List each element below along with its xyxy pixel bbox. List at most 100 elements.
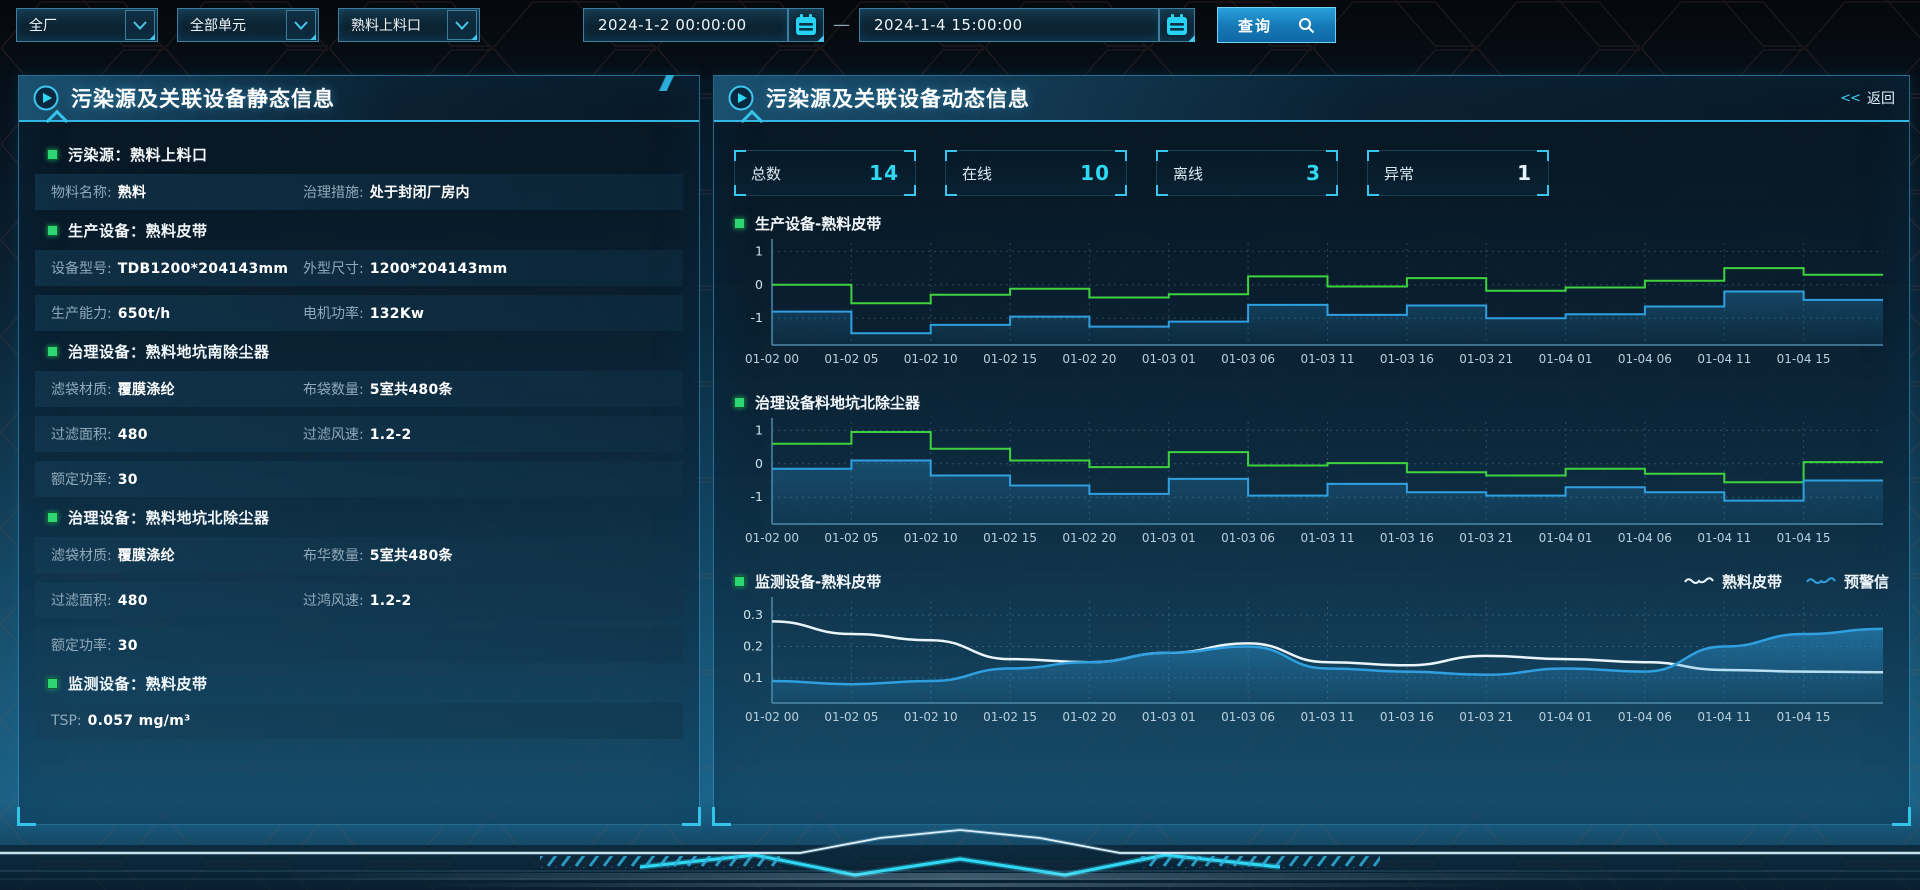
svg-text:01-02 20: 01-02 20 bbox=[1062, 710, 1116, 724]
info-field: 治理措施: 处于封闭厂房内 bbox=[303, 182, 683, 202]
chart-title: 治理设备料地坑北除尘器 bbox=[755, 392, 920, 413]
svg-text:01-02 20: 01-02 20 bbox=[1062, 352, 1116, 366]
svg-text:01-03 06: 01-03 06 bbox=[1221, 352, 1275, 366]
svg-text:01-04 06: 01-04 06 bbox=[1618, 531, 1672, 545]
wave-line-icon bbox=[1684, 575, 1714, 587]
field-value: 1200*204143mm bbox=[370, 261, 508, 277]
svg-text:01-04 11: 01-04 11 bbox=[1697, 531, 1751, 545]
filter-select[interactable]: 全厂 bbox=[16, 8, 158, 42]
svg-text:-1: -1 bbox=[751, 310, 763, 325]
section-title: 治理设备：熟料地坑北除尘器 bbox=[68, 507, 270, 528]
stat-value: 14 bbox=[869, 161, 899, 185]
chart-canvas[interactable]: 10-101-02 0001-02 0501-02 1001-02 1501-0… bbox=[734, 414, 1891, 554]
query-button-label: 查询 bbox=[1238, 15, 1272, 36]
date-from-input[interactable]: 2024-1-2 00:00:00 bbox=[583, 8, 788, 42]
svg-text:01-03 11: 01-03 11 bbox=[1301, 352, 1355, 366]
stat-label: 异常 bbox=[1384, 163, 1414, 184]
back-button[interactable]: << 返回 bbox=[1840, 88, 1895, 108]
corner-accent bbox=[904, 185, 916, 196]
svg-text:01-03 16: 01-03 16 bbox=[1380, 710, 1434, 724]
info-row: 额定功率:30 bbox=[35, 461, 683, 497]
field-label: 电机功率: bbox=[303, 303, 364, 323]
field-label: 生产能力: bbox=[51, 303, 112, 323]
info-field: 设备型号:TDB1200*204143mm bbox=[51, 258, 303, 278]
field-label: 外型尺寸: bbox=[303, 258, 364, 278]
info-field: 滤袋材质:覆膜涤纶 bbox=[51, 545, 303, 565]
corner-accent bbox=[1326, 185, 1338, 196]
query-button[interactable]: 查询 bbox=[1217, 7, 1336, 43]
svg-text:01-03 21: 01-03 21 bbox=[1459, 352, 1513, 366]
green-square-icon bbox=[47, 225, 58, 236]
date-from-calendar-button[interactable] bbox=[788, 8, 824, 42]
static-info-body: 污染源：熟料上料口物料名称:熟料治理措施:处于封闭厂房内生产设备：熟料皮带设备型… bbox=[19, 122, 699, 739]
stat-label: 在线 bbox=[962, 163, 992, 184]
chevron-down-icon bbox=[125, 10, 155, 40]
svg-text:01-02 05: 01-02 05 bbox=[824, 710, 878, 724]
charts-area: 生产设备-熟料皮带10-101-02 0001-02 0501-02 1001-… bbox=[714, 211, 1909, 733]
info-field: 额定功率:30 bbox=[51, 635, 303, 655]
chart-canvas[interactable]: 10-101-02 0001-02 0501-02 1001-02 1501-0… bbox=[734, 235, 1891, 375]
back-arrows-icon: << bbox=[1840, 91, 1860, 106]
info-row: 生产能力:650t/h电机功率:132Kw bbox=[35, 295, 683, 331]
corner-accent bbox=[1156, 185, 1168, 196]
stat-card: 总数 14 bbox=[734, 150, 916, 196]
static-info-header: 污染源及关联设备静态信息 bbox=[19, 76, 699, 122]
field-value: 处于封闭厂房内 bbox=[370, 182, 470, 202]
legend-item[interactable]: 预警信 bbox=[1806, 571, 1889, 592]
chart-titlebar: 治理设备料地坑北除尘器 bbox=[734, 390, 1889, 414]
field-label: 滤袋材质: bbox=[51, 379, 112, 399]
svg-text:01-04 01: 01-04 01 bbox=[1539, 531, 1593, 545]
field-label: 布袋数量: bbox=[303, 379, 364, 399]
section-heading: 治理设备：熟料地坑南除尘器 bbox=[47, 341, 683, 362]
green-square-icon bbox=[47, 512, 58, 523]
green-square-icon bbox=[734, 397, 745, 408]
corner-accent bbox=[734, 150, 746, 161]
field-label: 治理措施: bbox=[303, 182, 364, 202]
field-label: 布华数量: bbox=[303, 545, 364, 565]
svg-text:01-04 15: 01-04 15 bbox=[1777, 531, 1831, 545]
wave-line-icon bbox=[1806, 575, 1836, 587]
stat-label: 总数 bbox=[751, 163, 781, 184]
svg-text:01-02 15: 01-02 15 bbox=[983, 352, 1037, 366]
dynamic-info-panel: 污染源及关联设备动态信息 << 返回 总数 14 在线 1 0 离线 3 bbox=[713, 75, 1910, 825]
footer-decoration bbox=[0, 825, 1920, 890]
dynamic-info-title: 污染源及关联设备动态信息 bbox=[766, 83, 1030, 113]
legend-label: 熟料皮带 bbox=[1722, 571, 1782, 592]
stat-card: 离线 3 bbox=[1156, 150, 1338, 196]
field-value: TDB1200*204143mm bbox=[118, 261, 289, 277]
filter-select[interactable]: 熟料上料口 bbox=[338, 8, 480, 42]
corner-accent bbox=[1537, 150, 1549, 161]
stat-value: 1 bbox=[1517, 161, 1532, 185]
date-range-picker: 2024-1-2 00:00:00 — 2024-1-4 15:00:00 bbox=[583, 8, 1195, 42]
green-square-icon bbox=[47, 149, 58, 160]
svg-text:01-03 16: 01-03 16 bbox=[1380, 531, 1434, 545]
svg-text:01-02 00: 01-02 00 bbox=[745, 531, 799, 545]
svg-text:01-02 10: 01-02 10 bbox=[904, 710, 958, 724]
filter-select[interactable]: 全部单元 bbox=[177, 8, 319, 42]
chart-canvas[interactable]: 0.30.20.101-02 0001-02 0501-02 1001-02 1… bbox=[734, 593, 1891, 733]
info-row: 设备型号:TDB1200*204143mm外型尺寸: 1200*204143mm bbox=[35, 250, 683, 286]
field-value: 覆膜涤纶 bbox=[118, 379, 175, 399]
legend-item[interactable]: 熟料皮带 bbox=[1684, 571, 1782, 592]
field-label: 过滤面积: bbox=[51, 590, 112, 610]
corner-accent bbox=[734, 185, 746, 196]
filter-select-value: 熟料上料口 bbox=[351, 15, 421, 35]
date-to-input[interactable]: 2024-1-4 15:00:00 bbox=[859, 8, 1159, 42]
section-title: 污染源：熟料上料口 bbox=[68, 144, 208, 165]
info-row: 过滤面积:480过鸿风速:1.2-2 bbox=[35, 582, 683, 618]
green-square-icon bbox=[734, 576, 745, 587]
svg-text:01-03 01: 01-03 01 bbox=[1142, 710, 1196, 724]
svg-text:01-04 01: 01-04 01 bbox=[1539, 710, 1593, 724]
svg-text:01-02 15: 01-02 15 bbox=[983, 710, 1037, 724]
svg-text:0.2: 0.2 bbox=[743, 639, 763, 654]
date-to-calendar-button[interactable] bbox=[1159, 8, 1195, 42]
field-label: 额定功率: bbox=[51, 635, 112, 655]
chevron-down-icon bbox=[447, 10, 477, 40]
svg-text:01-04 15: 01-04 15 bbox=[1777, 352, 1831, 366]
info-row: 滤袋材质:覆膜涤纶布华数量:5室共480条 bbox=[35, 537, 683, 573]
svg-text:0: 0 bbox=[755, 277, 763, 292]
info-field: 过鸿风速:1.2-2 bbox=[303, 590, 683, 610]
device-stats-row: 总数 14 在线 10 离线 3 异常 1 bbox=[714, 122, 1909, 196]
play-icon bbox=[33, 85, 59, 111]
section-heading: 治理设备：熟料地坑北除尘器 bbox=[47, 507, 683, 528]
